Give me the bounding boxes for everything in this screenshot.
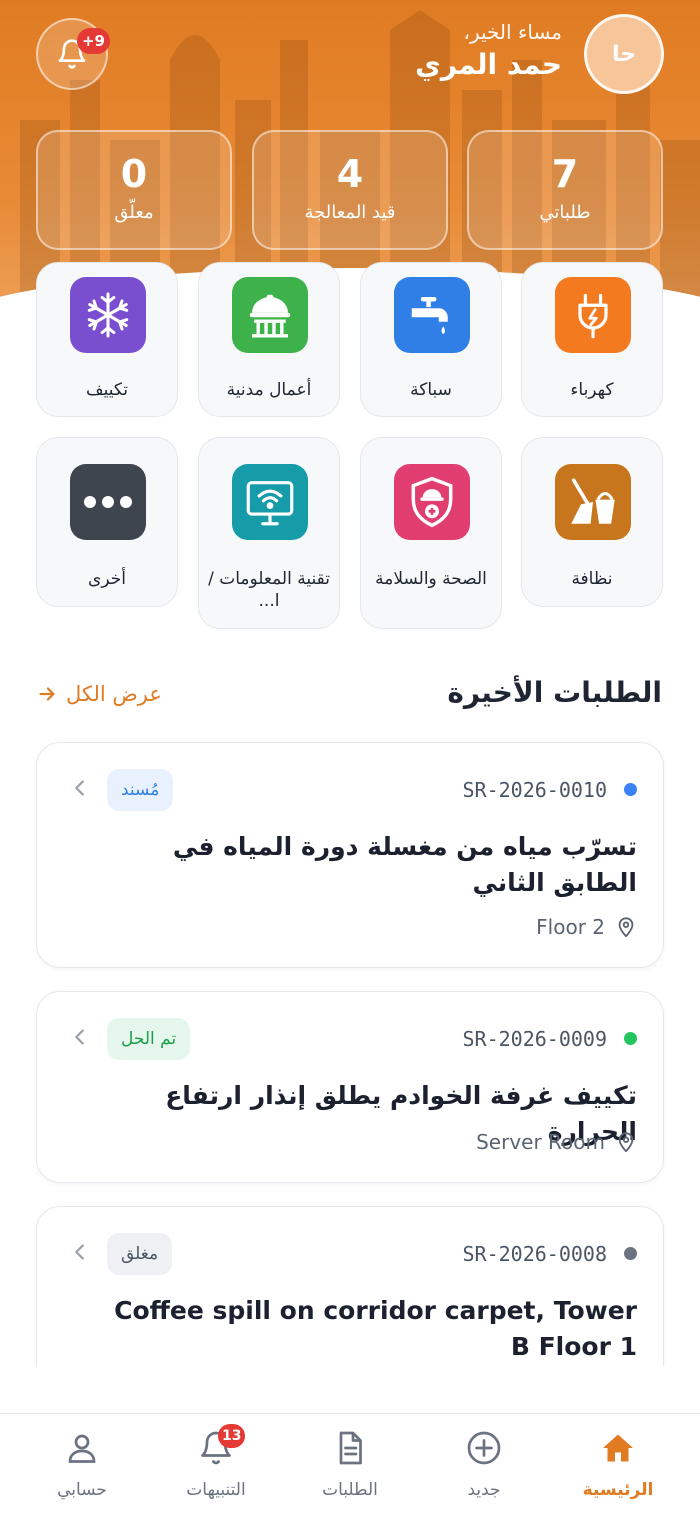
recent-requests-title: الطلبات الأخيرة [447, 676, 662, 709]
status-dot [624, 1247, 637, 1260]
electric-plug-icon [555, 277, 631, 353]
map-pin-icon [618, 1132, 634, 1153]
stat-label: قيد المعالجة [304, 202, 396, 223]
plus-circle-icon [467, 1431, 501, 1465]
request-id: SR-2026-0010 [462, 778, 608, 802]
chevron-left-icon[interactable] [69, 1241, 91, 1263]
request-title: تسرّب مياه من مغسلة دورة المياه في الطاب… [172, 832, 637, 897]
nav-account[interactable]: حسابي [22, 1414, 142, 1515]
chevron-left-icon[interactable] [69, 1026, 91, 1048]
nav-notifications[interactable]: 13 التنبيهات [156, 1414, 276, 1515]
request-card[interactable]: SR-2026-0010 مُسند تسرّب مياه من مغسلة د… [36, 742, 664, 968]
request-location: Server Room [476, 1130, 637, 1154]
stat-in-progress[interactable]: 4 قيد المعالجة [252, 130, 448, 250]
category-plumbing[interactable]: سباكة [360, 262, 502, 417]
stat-pending[interactable]: 0 معلّق [36, 130, 232, 250]
category-label: أعمال مدنية [226, 380, 312, 400]
status-badge: مغلق [107, 1233, 173, 1275]
request-card[interactable]: SR-2026-0009 تم الحل تكييف غرفة الخوادم … [36, 991, 664, 1183]
greeting-block: مساء الخير، حمد المري [415, 20, 562, 81]
user-name: حمد المري [415, 48, 562, 81]
category-label: أخرى [88, 569, 126, 589]
chevron-left-icon[interactable] [69, 777, 91, 799]
notification-count-badge: 13 [218, 1424, 246, 1448]
wifi-monitor-icon [232, 464, 308, 540]
category-civil-works[interactable]: أعمال مدنية [198, 262, 340, 417]
notification-count-badge: +9 [76, 28, 110, 54]
nav-label: جديد [467, 1480, 501, 1500]
greeting-text: مساء الخير، [463, 20, 563, 44]
nav-label: التنبيهات [186, 1480, 246, 1500]
category-label: تكييف [86, 380, 128, 400]
bottom-navigation: الرئيسية جديد الطلبات 13 التنبيهات حسابي [0, 1413, 700, 1515]
stat-value: 4 [336, 152, 364, 196]
nav-requests[interactable]: الطلبات [290, 1414, 410, 1515]
category-label: كهرباء [570, 380, 614, 400]
location-text: Floor 2 [536, 915, 605, 939]
location-text: Server Room [476, 1130, 605, 1154]
user-avatar[interactable]: حا [584, 14, 664, 94]
nav-new[interactable]: جديد [424, 1414, 544, 1515]
category-cleaning[interactable]: نظافة [521, 437, 663, 607]
status-dot [624, 1032, 637, 1045]
helmet-building-icon [232, 277, 308, 353]
document-icon [339, 1431, 362, 1465]
view-all-link[interactable]: عرض الكل [36, 682, 162, 706]
nav-label: حسابي [57, 1480, 107, 1500]
user-icon [68, 1434, 96, 1463]
category-label: تقنية المعلومات / ا... [208, 569, 330, 611]
nav-home[interactable]: الرئيسية [558, 1414, 678, 1515]
status-badge: مُسند [107, 769, 174, 811]
view-all-label: عرض الكل [66, 682, 162, 706]
nav-label: الرئيسية [582, 1480, 654, 1500]
category-information-technology[interactable]: تقنية المعلومات / ا... [198, 437, 340, 629]
stat-my-requests[interactable]: 7 طلباتي [467, 130, 663, 250]
more-dots-icon [70, 464, 146, 540]
request-id: SR-2026-0008 [462, 1242, 608, 1266]
request-title: Coffee spill on corridor carpet, Tower B… [114, 1296, 637, 1361]
stat-label: طلباتي [539, 202, 591, 223]
category-electrical[interactable]: كهرباء [521, 262, 663, 417]
safety-shield-icon [394, 464, 470, 540]
notifications-button[interactable]: +9 [36, 18, 110, 90]
map-pin-icon [618, 917, 634, 938]
category-other[interactable]: أخرى [36, 437, 178, 607]
nav-label: الطلبات [322, 1480, 378, 1500]
stat-value: 7 [551, 152, 579, 196]
category-air-conditioning[interactable]: تكييف [36, 262, 178, 417]
category-label: نظافة [571, 569, 613, 589]
snowflake-icon [70, 277, 146, 353]
stat-label: معلّق [114, 202, 154, 223]
water-tap-icon [394, 277, 470, 353]
request-location: Floor 2 [536, 915, 637, 939]
category-label: الصحة والسلامة [375, 569, 487, 589]
category-health-safety[interactable]: الصحة والسلامة [360, 437, 502, 629]
home-icon [603, 1434, 633, 1462]
arrow-right-icon [39, 687, 55, 701]
request-id: SR-2026-0009 [462, 1027, 608, 1051]
category-label: سباكة [410, 380, 452, 400]
broom-bucket-icon [555, 464, 631, 540]
stat-value: 0 [120, 152, 148, 196]
status-dot [624, 783, 637, 796]
status-badge: تم الحل [107, 1018, 191, 1060]
